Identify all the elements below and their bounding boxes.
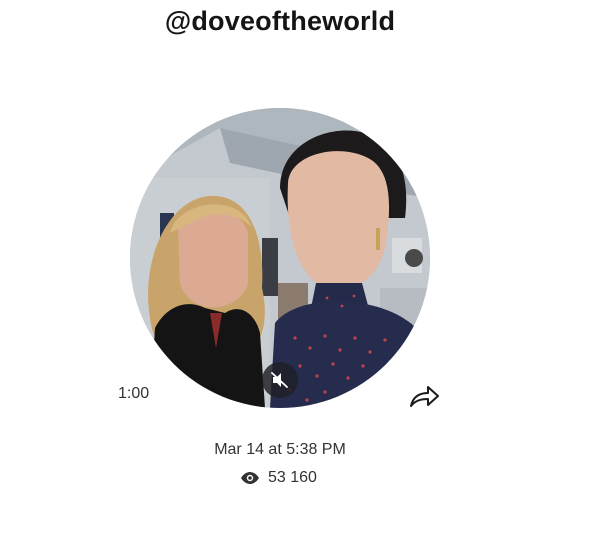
view-count-value: 53 160 bbox=[268, 469, 317, 486]
channel-name[interactable]: @doveoftheworld bbox=[0, 6, 560, 37]
speaker-muted-icon bbox=[271, 372, 288, 388]
eye-icon bbox=[241, 472, 259, 484]
mute-button[interactable] bbox=[262, 362, 298, 398]
video-duration: 1:00 bbox=[118, 385, 150, 402]
share-button[interactable] bbox=[406, 382, 442, 410]
view-count: 53 160 bbox=[240, 469, 317, 487]
share-arrow-icon bbox=[410, 386, 439, 407]
post-date: Mar 14 at 5:38 PM bbox=[214, 441, 346, 458]
